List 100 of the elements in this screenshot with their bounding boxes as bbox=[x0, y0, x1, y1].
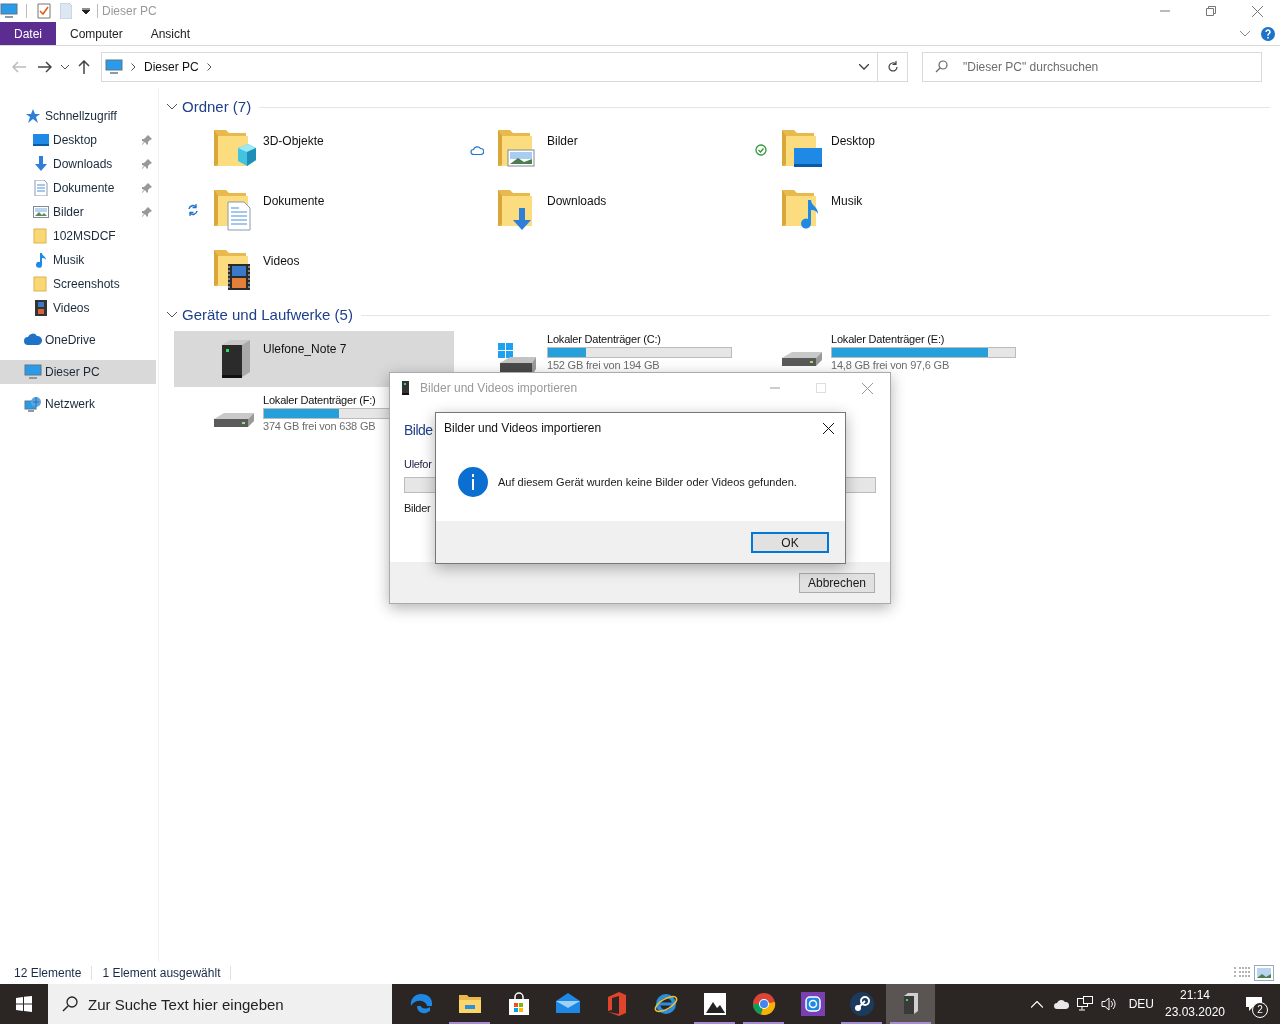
cloud-icon bbox=[1052, 999, 1069, 1009]
properties-button[interactable] bbox=[35, 2, 53, 20]
star-icon bbox=[25, 108, 41, 124]
nav-item[interactable]: Videos bbox=[0, 296, 156, 320]
chevron-down-icon bbox=[859, 64, 869, 70]
language-button[interactable]: DEU bbox=[1120, 984, 1162, 1024]
chevron-right-icon bbox=[206, 63, 212, 71]
ribbon-tab[interactable]: Computer bbox=[56, 22, 137, 45]
cloud-outline-icon bbox=[470, 144, 484, 156]
selection-count: 1 Element ausgewählt bbox=[101, 965, 222, 982]
folder-tile[interactable]: Videos bbox=[174, 240, 454, 300]
picture-icon bbox=[33, 204, 49, 220]
file-tab[interactable]: Datei bbox=[0, 22, 56, 45]
large-icons-view-button[interactable] bbox=[1254, 965, 1274, 981]
drive-tile[interactable]: Lokaler Datenträger (E:) 14,8 GB frei von 97,6 GB bbox=[742, 331, 1022, 387]
nav-label: Desktop bbox=[53, 132, 98, 149]
folder-name: Downloads bbox=[547, 194, 607, 209]
folder-tile[interactable]: Dokumente bbox=[174, 180, 454, 240]
forward-arrow-icon bbox=[38, 61, 52, 73]
globe-e-icon bbox=[652, 991, 679, 1017]
chevron-right-icon bbox=[131, 63, 136, 71]
chevron-up-icon bbox=[1030, 1000, 1043, 1008]
nav-item[interactable]: Musik bbox=[0, 248, 156, 272]
device-name: Ulefor bbox=[404, 457, 432, 471]
notification-badge: 2 bbox=[1252, 1002, 1268, 1018]
folder-tile[interactable]: 3D-Objekte bbox=[174, 120, 454, 180]
network-icon bbox=[1076, 996, 1093, 1012]
taskbar-app-button[interactable] bbox=[886, 984, 935, 1024]
clock-date: 23.03.2020 bbox=[1164, 1004, 1226, 1021]
hard-drive-icon bbox=[781, 351, 823, 367]
nav-label: Downloads bbox=[53, 156, 113, 173]
restore-icon bbox=[1206, 6, 1216, 16]
search-icon bbox=[62, 996, 78, 1012]
folder-tile[interactable]: Musik bbox=[742, 180, 1022, 240]
chevron-down-icon bbox=[61, 64, 69, 70]
close-icon bbox=[822, 422, 834, 434]
folder-icon bbox=[33, 228, 49, 244]
nav-label: Videos bbox=[53, 300, 90, 317]
check-circle-icon bbox=[755, 144, 767, 156]
nav-label: Dokumente bbox=[53, 180, 115, 197]
folder-tile[interactable]: Downloads bbox=[458, 180, 738, 240]
nav-label: Musik bbox=[53, 252, 85, 269]
cloud-icon bbox=[24, 332, 42, 348]
speaker-icon bbox=[1100, 997, 1117, 1011]
close-icon bbox=[861, 382, 873, 394]
search-icon bbox=[935, 60, 948, 73]
item-count: 12 Elemente bbox=[13, 965, 83, 982]
music-note-icon bbox=[33, 252, 49, 268]
nav-item[interactable]: Bilder bbox=[0, 200, 156, 224]
caret-icon bbox=[82, 8, 90, 14]
nav-item[interactable]: OneDrive bbox=[0, 328, 156, 352]
ok-button[interactable]: OK bbox=[751, 531, 829, 553]
nav-label: Schnellzugriff bbox=[45, 108, 117, 125]
group-header: Geräte und Laufwerke (5) bbox=[182, 304, 353, 325]
photo-mountain-icon bbox=[701, 991, 728, 1017]
drive-name: Ulefone_Note 7 bbox=[263, 342, 347, 357]
monitor-icon bbox=[0, 3, 18, 19]
chevron-down-icon bbox=[1240, 30, 1250, 37]
free-space-text: 14,8 GB frei von 97,6 GB bbox=[831, 359, 950, 372]
film-icon bbox=[33, 300, 49, 316]
folder-name: Musik bbox=[831, 194, 863, 209]
network-icon bbox=[24, 396, 42, 412]
monitor-icon bbox=[105, 59, 123, 75]
ribbon-tab[interactable]: Ansicht bbox=[136, 22, 205, 45]
folder-name: Dokumente bbox=[263, 194, 325, 209]
nav-label: Bilder bbox=[53, 204, 84, 221]
breadcrumb[interactable]: Dieser PC bbox=[144, 58, 199, 76]
nav-label: 102MSDCF bbox=[53, 228, 116, 245]
device-tower-icon bbox=[402, 381, 409, 395]
back-arrow-icon bbox=[12, 61, 26, 73]
free-space-text: 374 GB frei von 638 GB bbox=[263, 420, 376, 433]
nav-item[interactable]: Desktop bbox=[0, 128, 156, 152]
nav-item[interactable]: Downloads bbox=[0, 152, 156, 176]
action-center-button[interactable]: 2 bbox=[1232, 984, 1276, 1024]
folder-icon bbox=[33, 276, 49, 292]
chrome-ring-icon bbox=[750, 991, 777, 1017]
nav-item[interactable]: 102MSDCF bbox=[0, 224, 156, 248]
up-arrow-icon bbox=[78, 60, 90, 74]
nav-item[interactable]: Dokumente bbox=[0, 176, 156, 200]
nav-label: Screenshots bbox=[53, 276, 120, 293]
nav-item[interactable]: Dieser PC bbox=[0, 360, 156, 384]
clock-button[interactable]: 21:14 23.03.2020 bbox=[1162, 984, 1228, 1024]
dialog-heading: Bilde bbox=[404, 421, 433, 439]
search-field[interactable]: "Dieser PC" durchsuchen bbox=[922, 52, 1262, 82]
cancel-button[interactable]: Abbrechen bbox=[799, 572, 875, 593]
folder-tile[interactable]: Desktop bbox=[742, 120, 1022, 180]
nav-item[interactable]: Netzwerk bbox=[0, 392, 156, 416]
address-bar[interactable]: Dieser PC bbox=[101, 52, 878, 82]
folder-name: 3D-Objekte bbox=[263, 134, 324, 149]
refresh-button[interactable] bbox=[878, 52, 908, 82]
hard-drive-icon bbox=[213, 412, 255, 428]
taskbar-search-field[interactable]: Zur Suche Text hier eingeben bbox=[48, 984, 392, 1024]
folder-tile[interactable]: Bilder bbox=[458, 120, 738, 180]
drive-name: Lokaler Datenträger (F:) bbox=[263, 393, 376, 407]
nav-item[interactable]: Screenshots bbox=[0, 272, 156, 296]
checklist-icon bbox=[37, 3, 51, 19]
windows-logo-icon bbox=[16, 996, 32, 1012]
nav-item[interactable]: Schnellzugriff bbox=[0, 104, 156, 128]
picture-icon bbox=[1257, 968, 1271, 978]
close-icon bbox=[1251, 5, 1263, 17]
